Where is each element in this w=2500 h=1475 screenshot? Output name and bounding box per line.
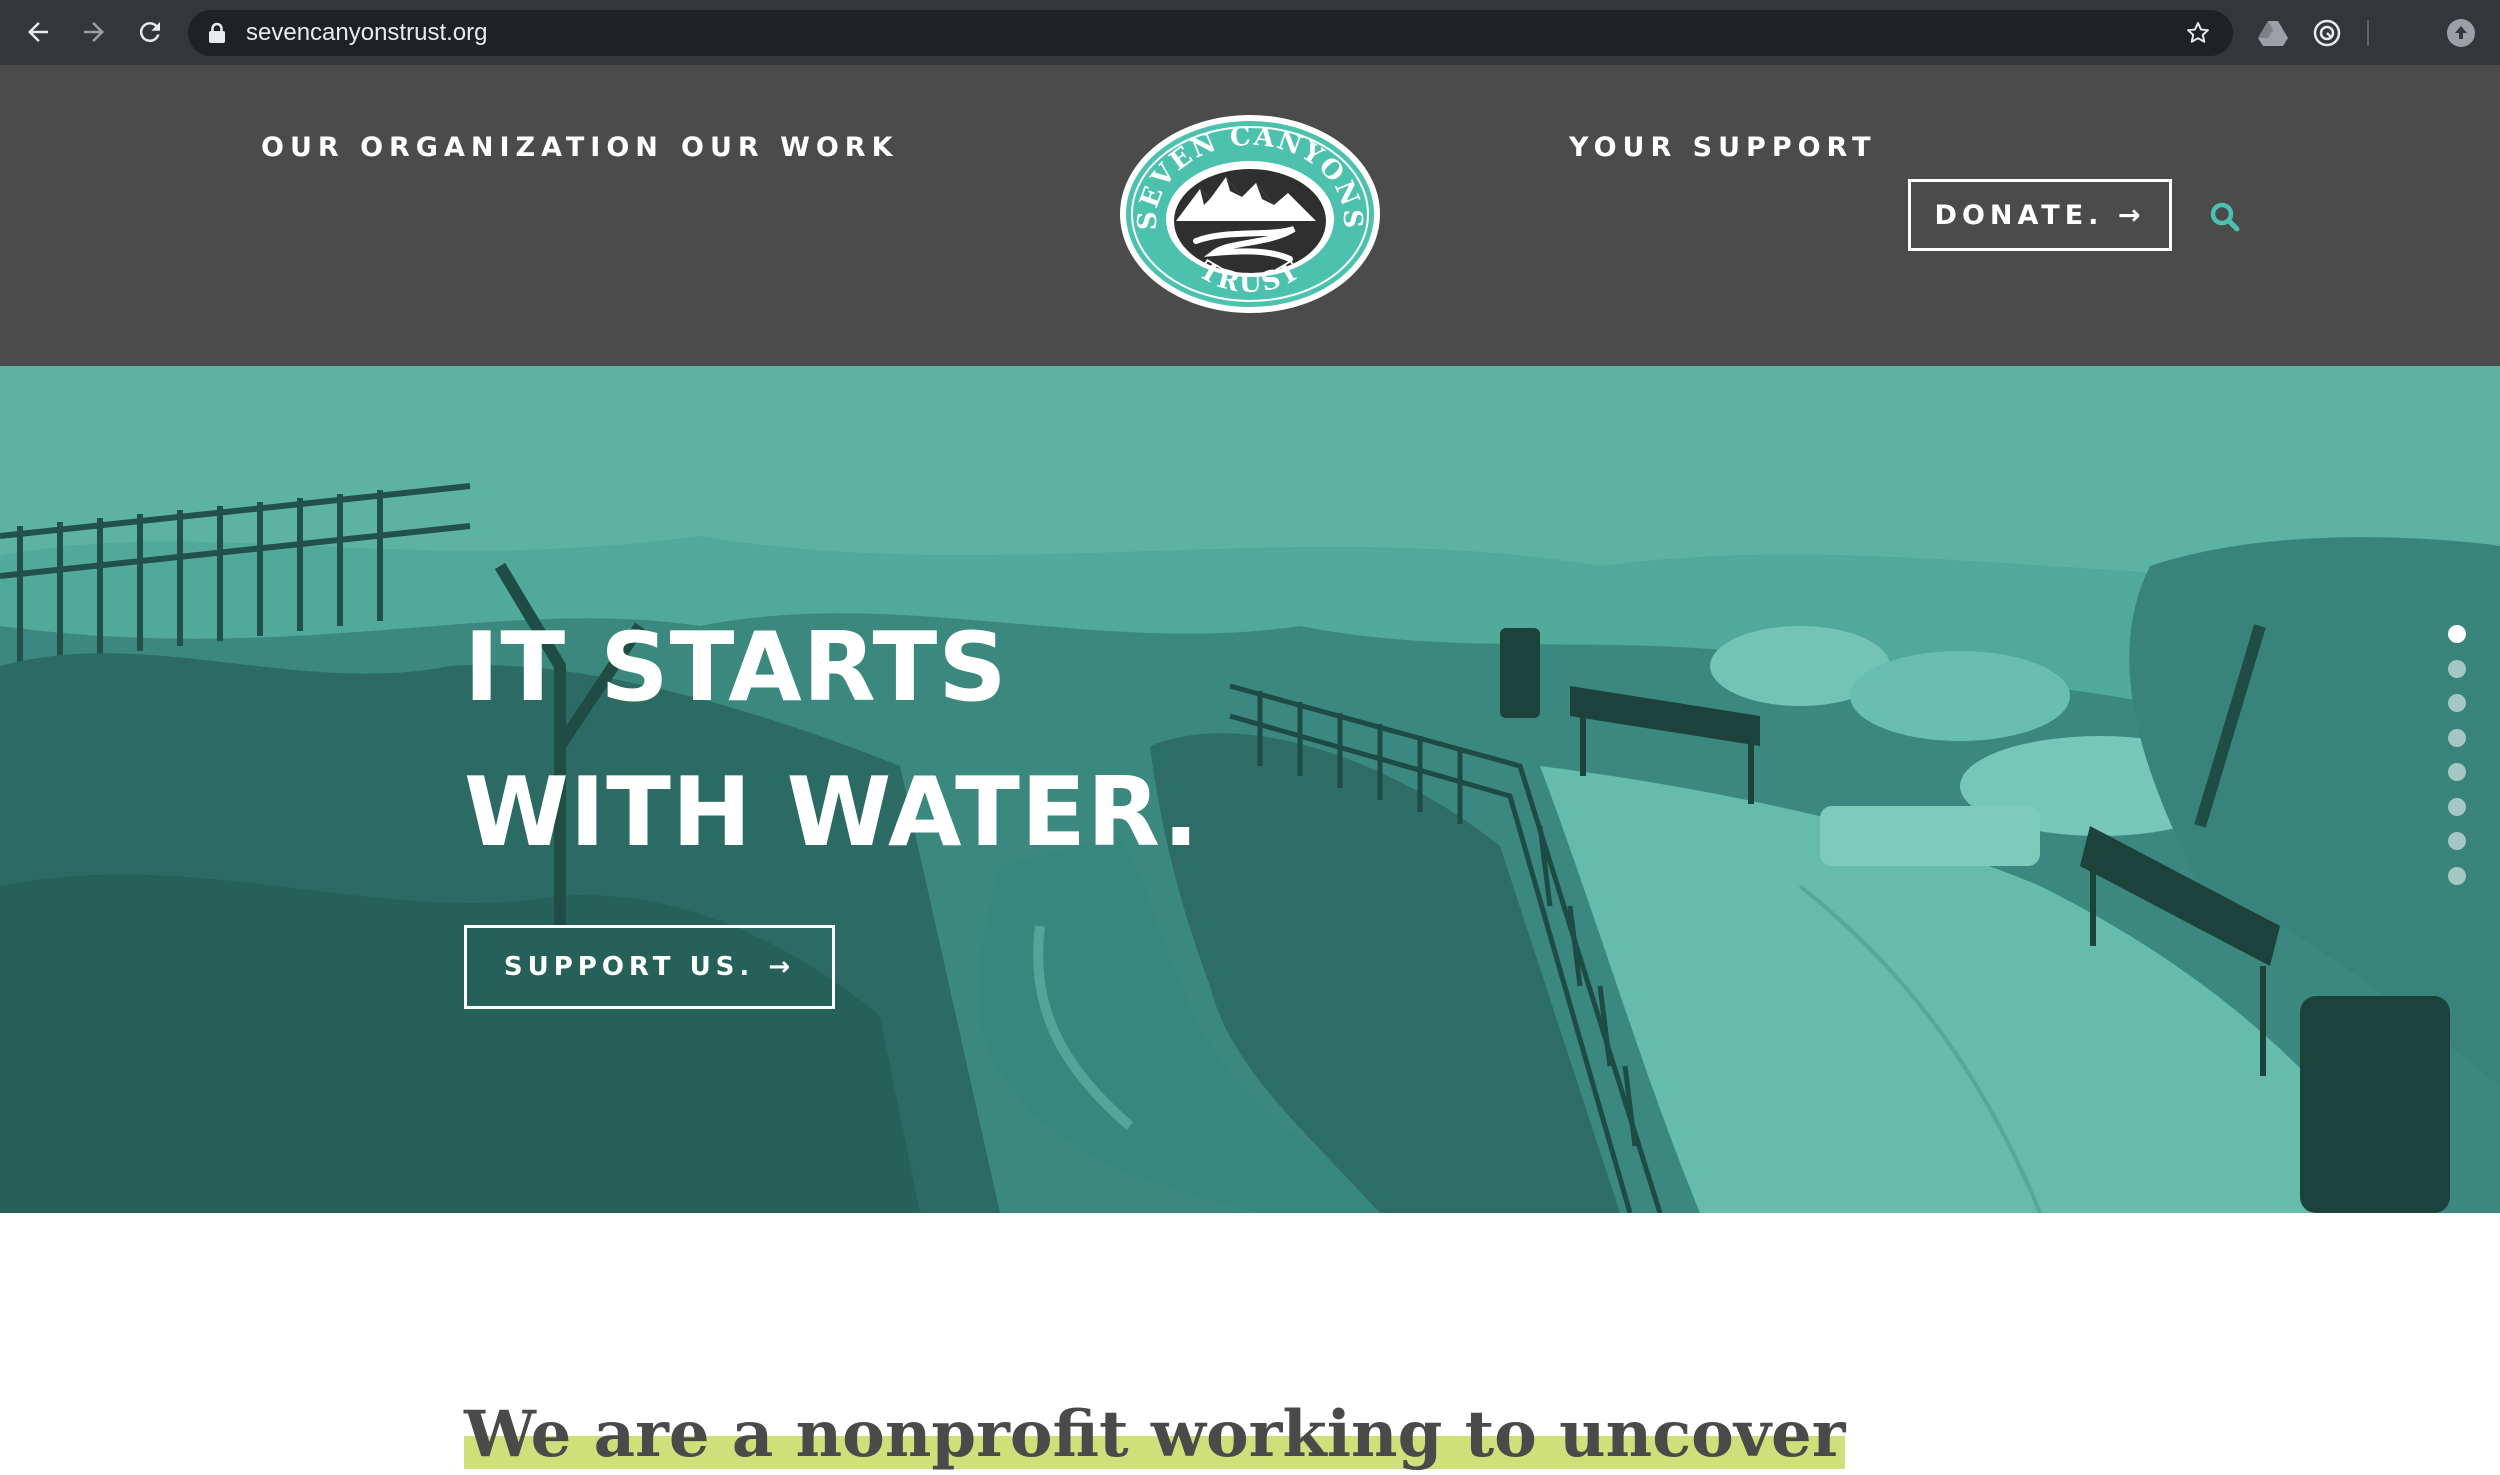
- nav-our-organization[interactable]: OUR ORGANIZATION: [261, 134, 664, 161]
- address-bar[interactable]: sevencanyonstrust.org: [188, 10, 2233, 56]
- hero-background-image: [0, 366, 2500, 1213]
- slide-dot-1[interactable]: [2448, 625, 2466, 643]
- slide-dot-6[interactable]: [2448, 797, 2466, 816]
- slide-dot-8[interactable]: [2448, 866, 2466, 885]
- support-us-button[interactable]: SUPPORT US. →: [464, 925, 835, 1009]
- slide-dot-2[interactable]: [2448, 659, 2466, 678]
- hero-title: IT STARTS WITH WATER.: [464, 596, 1200, 886]
- search-icon[interactable]: [2208, 200, 2242, 234]
- extension-icon[interactable]: [2310, 16, 2344, 50]
- hero-title-line-2: WITH WATER.: [464, 758, 1200, 868]
- reload-icon[interactable]: [130, 12, 170, 52]
- nav-our-work[interactable]: OUR WORK: [681, 134, 899, 161]
- star-icon[interactable]: [2185, 20, 2211, 51]
- intro-heading-text: We are a nonprofit working to uncover: [464, 1397, 1846, 1472]
- back-icon[interactable]: [18, 12, 58, 52]
- slide-dot-5[interactable]: [2448, 763, 2466, 781]
- site-logo[interactable]: SEVEN CANYONS TRUST: [1118, 113, 1382, 315]
- profile-icon[interactable]: [2444, 16, 2478, 50]
- toolbar-divider: [2367, 20, 2369, 46]
- drive-icon[interactable]: [2256, 16, 2290, 50]
- hero-title-line-1: IT STARTS: [464, 613, 1008, 723]
- nav-your-support[interactable]: YOUR SUPPORT: [1569, 134, 1877, 161]
- slide-dot-4[interactable]: [2448, 728, 2466, 747]
- lock-icon: [208, 22, 226, 49]
- forward-icon[interactable]: [74, 12, 114, 52]
- slide-dot-7[interactable]: [2448, 832, 2466, 850]
- intro-heading: We are a nonprofit working to uncover: [464, 1395, 1846, 1475]
- hero-section: [0, 366, 2500, 1213]
- url-text: sevencanyonstrust.org: [246, 19, 488, 46]
- slider-pagination: [2448, 625, 2470, 901]
- slide-dot-3[interactable]: [2448, 694, 2466, 712]
- browser-toolbar: sevencanyonstrust.org: [0, 0, 2500, 65]
- donate-button[interactable]: DONATE. →: [1908, 179, 2172, 251]
